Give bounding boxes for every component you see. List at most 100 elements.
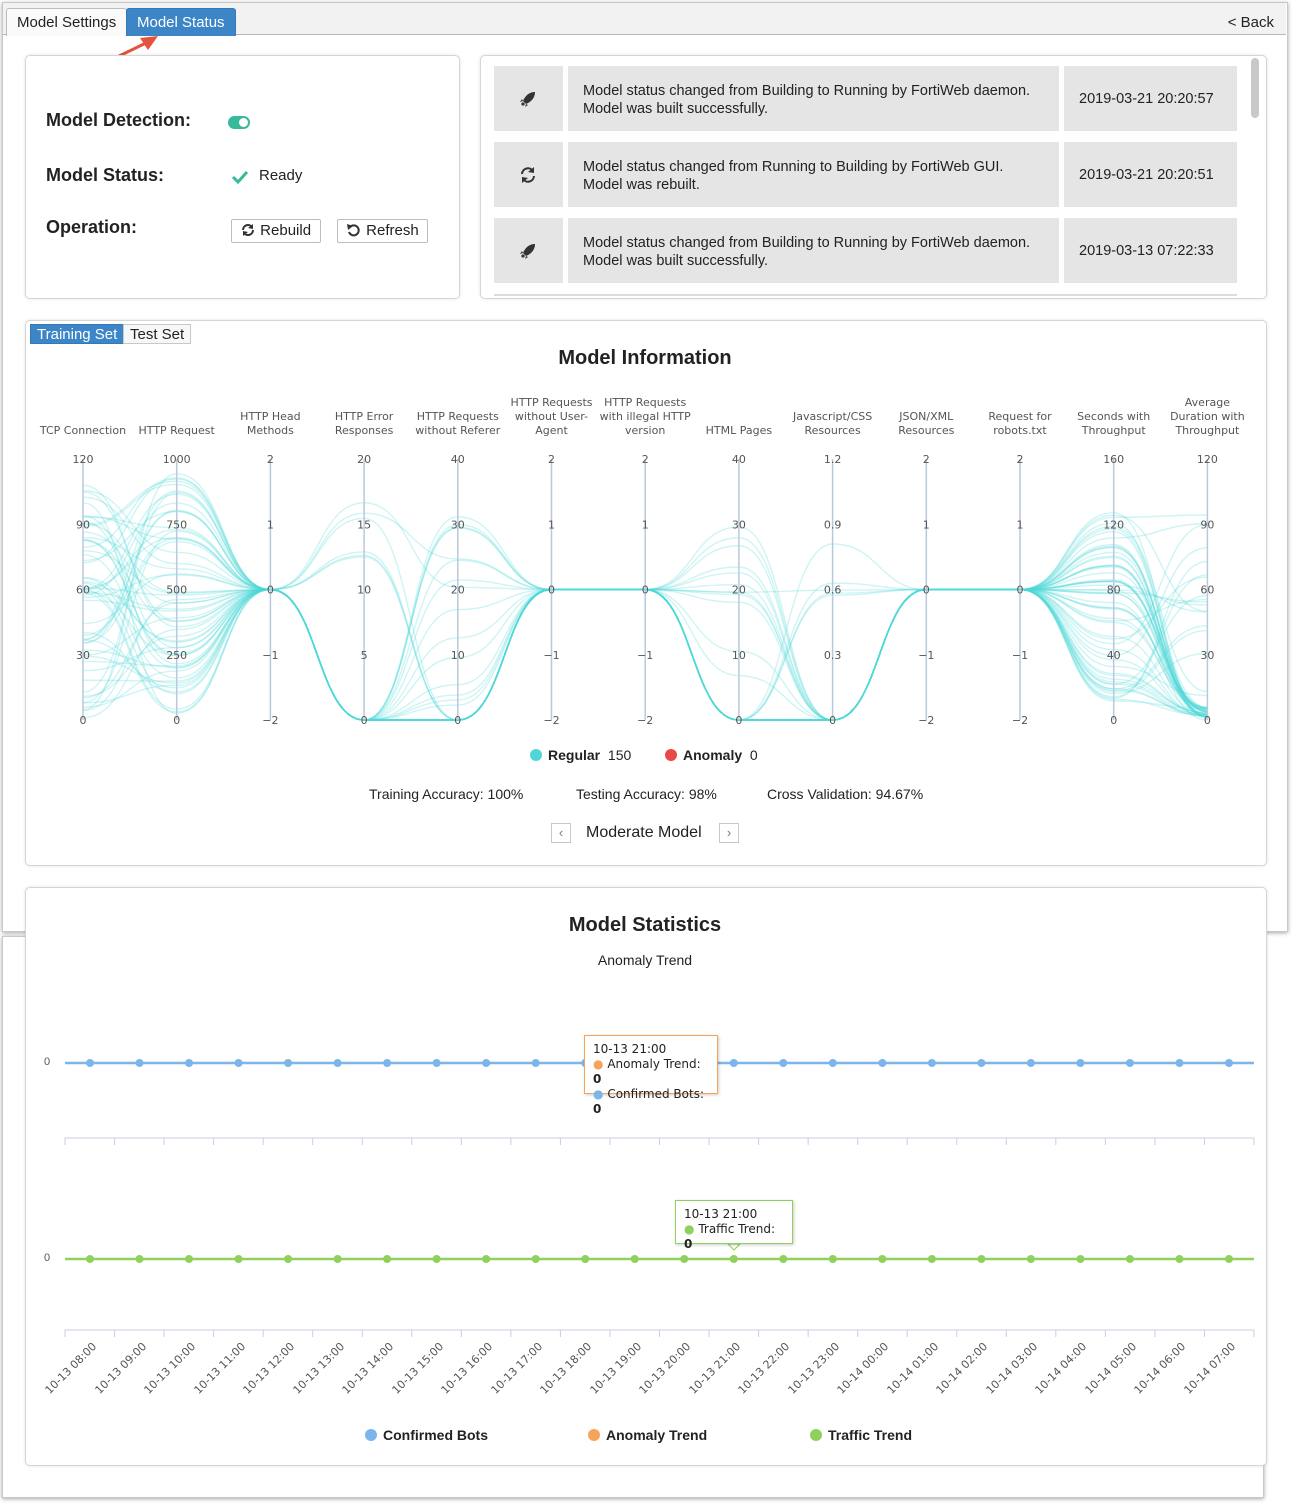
axis-tick-label: 2 [548, 453, 555, 466]
model-detection-toggle[interactable] [228, 116, 250, 129]
axis-tick-label: 160 [1103, 453, 1124, 466]
confirmed-dot-icon [365, 1429, 377, 1441]
traffic-trend-point[interactable] [630, 1255, 639, 1263]
axis-tick-label: 10 [451, 649, 465, 662]
event-row-partial [494, 294, 1237, 296]
confirmed-bots-point[interactable] [729, 1059, 738, 1067]
tooltip-confirmed-value: 0 [593, 1102, 602, 1116]
traffic-trend-point[interactable] [828, 1255, 837, 1263]
confirmed-bots-point[interactable] [185, 1059, 194, 1067]
model-name: Moderate Model [586, 824, 702, 841]
confirmed-bots-point[interactable] [927, 1059, 936, 1067]
legend-anomaly[interactable]: Anomaly 0 [665, 747, 758, 763]
traffic-trend-point[interactable] [927, 1255, 936, 1263]
confirmed-bots-point[interactable] [284, 1059, 293, 1067]
traffic-trend-point[interactable] [135, 1255, 144, 1263]
y-tick-traffic: 0 [44, 1252, 51, 1264]
confirmed-bots-point[interactable] [135, 1059, 144, 1067]
confirmed-bots-point[interactable] [1225, 1059, 1233, 1067]
axis-tick-label: 1 [267, 518, 274, 531]
confirmed-bots-point[interactable] [779, 1059, 788, 1067]
axis-tick-label: −2 [543, 714, 559, 727]
rebuild-button[interactable]: Rebuild [231, 219, 321, 243]
traffic-trend-point[interactable] [729, 1255, 738, 1263]
refresh-button[interactable]: Refresh [337, 219, 428, 243]
legend-confirmed-bots[interactable]: Confirmed Bots [365, 1427, 488, 1443]
traffic-trend-point[interactable] [1225, 1255, 1233, 1263]
confirmed-bots-point[interactable] [1125, 1059, 1134, 1067]
axis-tick-label: 20 [732, 584, 746, 597]
back-link[interactable]: < Back [1228, 14, 1274, 31]
traffic-trend-point[interactable] [1026, 1255, 1035, 1263]
traffic-trend-point[interactable] [1076, 1255, 1085, 1263]
traffic-trend-point[interactable] [531, 1255, 540, 1263]
axis-tick-label: 0.9 [824, 518, 842, 531]
tab-training-set[interactable]: Training Set [30, 324, 125, 344]
axis-tick-label: 1 [923, 518, 930, 531]
traffic-trend-point[interactable] [1125, 1255, 1134, 1263]
tab-bar: Model Settings Model Status < Back [3, 3, 1286, 36]
confirmed-bots-point[interactable] [482, 1059, 491, 1067]
confirmed-bots-point[interactable] [828, 1059, 837, 1067]
traffic-trend-point[interactable] [185, 1255, 194, 1263]
legend-anomaly-trend-label: Anomaly Trend [606, 1427, 708, 1443]
traffic-trend-point[interactable] [333, 1255, 342, 1263]
events-scrollbar[interactable] [1251, 58, 1259, 118]
traffic-trend-point[interactable] [779, 1255, 788, 1263]
confirmed-bots-point[interactable] [432, 1059, 441, 1067]
tooltip-anomaly-label: Anomaly Trend: [607, 1057, 701, 1071]
confirmed-bots-point[interactable] [1175, 1059, 1184, 1067]
axis-tick-label: −2 [262, 714, 278, 727]
axis-tick-label: 1000 [163, 453, 191, 466]
legend-anomaly-trend[interactable]: Anomaly Trend [588, 1427, 707, 1443]
y-tick-anomaly: 0 [44, 1056, 51, 1068]
tooltip-confirmed-row: ● Confirmed Bots: 0 [593, 1087, 704, 1116]
axis-header: HTTP Requests with illegal HTTP version [599, 396, 691, 437]
axis-tick-label: 1 [642, 518, 649, 531]
legend-regular-count: 150 [607, 747, 632, 763]
traffic-tooltip: 10-13 21:00 ● Traffic Trend: 0 [675, 1200, 793, 1251]
traffic-trend-point[interactable] [581, 1255, 590, 1263]
axis-tick-label: 0.6 [824, 584, 842, 597]
traffic-trend-point[interactable] [432, 1255, 441, 1263]
prev-model-button[interactable]: ‹ [551, 823, 571, 843]
tab-test-set[interactable]: Test Set [123, 324, 192, 344]
axis-tick-label: −2 [637, 714, 653, 727]
model-information-title: Model Information [558, 347, 732, 369]
confirmed-bots-point[interactable] [333, 1059, 342, 1067]
traffic-trend-point[interactable] [878, 1255, 887, 1263]
axis-tick-label: 10 [732, 649, 746, 662]
legend-traffic-trend[interactable]: Traffic Trend [810, 1427, 912, 1443]
confirmed-bots-point[interactable] [878, 1059, 887, 1067]
traffic-trend-point[interactable] [383, 1255, 392, 1263]
confirmed-bots-point[interactable] [383, 1059, 392, 1067]
confirmed-bots-point[interactable] [531, 1059, 540, 1067]
confirmed-bots-point[interactable] [1026, 1059, 1035, 1067]
axis-tick-label: 2 [642, 453, 649, 466]
traffic-trend-point[interactable] [1175, 1255, 1184, 1263]
next-model-button[interactable]: › [719, 823, 739, 843]
confirmed-bots-point[interactable] [977, 1059, 986, 1067]
axis-header: HTTP Request [138, 424, 215, 437]
axis-tick-label: 1.2 [824, 453, 842, 466]
confirmed-bots-point[interactable] [86, 1059, 94, 1067]
legend-regular[interactable]: Regular 150 [530, 747, 631, 763]
check-icon [231, 170, 249, 185]
confirmed-bots-point[interactable] [1076, 1059, 1085, 1067]
event-message: Model status changed from Building to Ru… [583, 234, 1030, 270]
traffic-trend-point[interactable] [977, 1255, 986, 1263]
axis-tick-label: −1 [918, 649, 934, 662]
traffic-trend-point[interactable] [234, 1255, 243, 1263]
axis-header: HTTP Requests without User-Agent [510, 396, 593, 437]
traffic-trend-point[interactable] [284, 1255, 293, 1263]
traffic-trend-point[interactable] [482, 1255, 491, 1263]
traffic-trend-point[interactable] [680, 1255, 689, 1263]
regular-dot-icon [530, 749, 542, 761]
traffic-trend-point[interactable] [86, 1255, 94, 1263]
model-statistics-title: Model Statistics [568, 914, 722, 936]
confirmed-bots-point[interactable] [234, 1059, 243, 1067]
axis-tick-label: 0 [829, 714, 836, 727]
legend-traffic-label: Traffic Trend [828, 1427, 913, 1443]
axis-tick-label: −1 [637, 649, 653, 662]
tooltip-traffic-row: ● Traffic Trend: 0 [684, 1222, 776, 1251]
